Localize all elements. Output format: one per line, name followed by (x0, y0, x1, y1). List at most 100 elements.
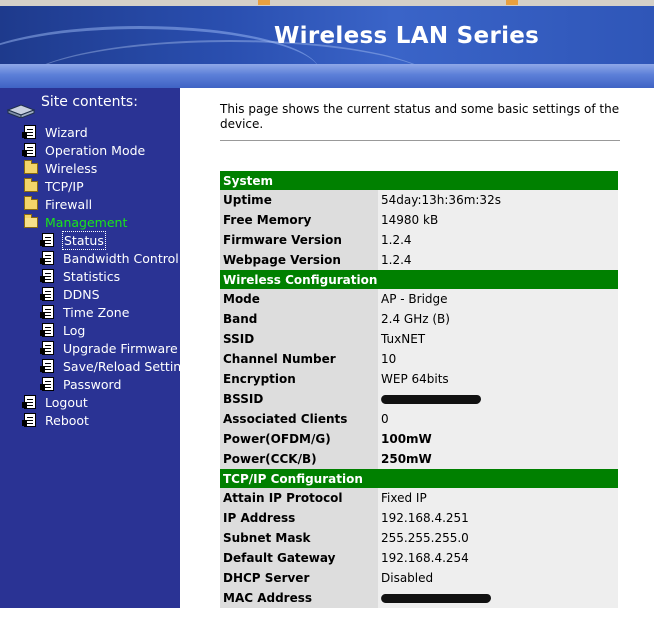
page-icon (22, 395, 38, 410)
sidebar-item-label: Upgrade Firmware (63, 341, 178, 356)
table-row: Associated Clients 0 (220, 409, 618, 429)
row-key: DHCP Server (220, 568, 378, 588)
status-table: System Uptime 54day:13h:36m:32s Free Mem… (220, 171, 618, 608)
section-title: Wireless Configuration (220, 270, 618, 289)
row-value: AP - Bridge (378, 289, 618, 309)
table-row: Default Gateway 192.168.4.254 (220, 548, 618, 568)
row-value: 192.168.4.254 (378, 548, 618, 568)
sidebar-item-label: Operation Mode (45, 143, 146, 158)
row-value: 14980 kB (378, 210, 618, 230)
table-row: Channel Number 10 (220, 349, 618, 369)
section-header-system: System (220, 171, 618, 190)
sidebar: Site contents: Wizard Operation Mode Wir… (0, 88, 189, 608)
table-row: DHCP Server Disabled (220, 568, 618, 588)
table-row: Subnet Mask 255.255.255.0 (220, 528, 618, 548)
row-value: TuxNET (378, 329, 618, 349)
sidebar-item-label: Management (45, 215, 128, 230)
table-row: Encryption WEP 64bits (220, 369, 618, 389)
row-value-redacted (378, 389, 618, 409)
sidebar-bottom-gap (0, 608, 180, 640)
page-title: Wireless LAN Series (274, 23, 540, 49)
table-row: Uptime 54day:13h:36m:32s (220, 190, 618, 210)
row-key: Power(CCK/B) (220, 449, 378, 469)
page-icon (40, 305, 56, 320)
page-icon (22, 413, 38, 428)
folder-icon (24, 160, 38, 176)
table-row: Power(OFDM/G) 100mW (220, 429, 618, 449)
page-icon (40, 269, 56, 284)
redaction-mark (380, 594, 492, 603)
page-icon (40, 233, 56, 248)
page-icon (40, 341, 56, 356)
row-value: 1.2.4 (378, 230, 618, 250)
row-key: Mode (220, 289, 378, 309)
sidebar-item-label: Bandwidth Control (63, 251, 179, 266)
site-contents-label: Site contents: (41, 94, 138, 110)
row-key: Firmware Version (220, 230, 378, 250)
sidebar-item-label: DDNS (63, 287, 100, 302)
tab-icon (506, 0, 518, 5)
sidebar-item-label: Wizard (45, 125, 88, 140)
divider (220, 140, 620, 141)
row-value: 250mW (378, 449, 618, 469)
row-key: Webpage Version (220, 250, 378, 270)
sidebar-item-label: Statistics (63, 269, 121, 284)
section-header-tcpip: TCP/IP Configuration (220, 469, 618, 488)
row-key: Channel Number (220, 349, 378, 369)
table-row: Mode AP - Bridge (220, 289, 618, 309)
page-icon (40, 323, 56, 338)
table-row: SSID TuxNET (220, 329, 618, 349)
sidebar-item-label: Reboot (45, 413, 89, 428)
row-key: IP Address (220, 508, 378, 528)
table-row: Firmware Version 1.2.4 (220, 230, 618, 250)
row-key: Uptime (220, 190, 378, 210)
row-value: 1.2.4 (378, 250, 618, 270)
table-row: Free Memory 14980 kB (220, 210, 618, 230)
row-key: Encryption (220, 369, 378, 389)
page-description: This page shows the current status and s… (220, 102, 620, 131)
row-value-redacted (378, 588, 618, 608)
folder-icon (24, 196, 38, 212)
row-key: SSID (220, 329, 378, 349)
table-row: Band 2.4 GHz (B) (220, 309, 618, 329)
row-key: Band (220, 309, 378, 329)
page-icon (22, 125, 38, 140)
row-value: Fixed IP (378, 488, 618, 508)
row-value: 100mW (378, 429, 618, 449)
row-value: 255.255.255.0 (378, 528, 618, 548)
row-key: MAC Address (220, 588, 378, 608)
row-key: Power(OFDM/G) (220, 429, 378, 449)
table-row: Power(CCK/B) 250mW (220, 449, 618, 469)
folder-open-icon (24, 214, 38, 230)
sidebar-item-label: Save/Reload Setting (63, 359, 190, 374)
table-row: Webpage Version 1.2.4 (220, 250, 618, 270)
sidebar-item-label: Time Zone (63, 305, 130, 320)
header-banner: Wireless LAN Series (0, 6, 654, 64)
network-drive-icon (6, 104, 36, 118)
main-content: This page shows the current status and s… (180, 88, 654, 640)
sidebar-item-label: Log (63, 323, 86, 338)
table-row: MAC Address (220, 588, 618, 608)
redaction-mark (380, 395, 482, 404)
section-title: System (220, 171, 618, 190)
section-header-wireless: Wireless Configuration (220, 270, 618, 289)
page-icon (40, 251, 56, 266)
sidebar-item-label: Firewall (45, 197, 93, 212)
folder-icon (24, 178, 38, 194)
sidebar-item-label: Wireless (45, 161, 98, 176)
row-value: 10 (378, 349, 618, 369)
section-title: TCP/IP Configuration (220, 469, 618, 488)
row-value: Disabled (378, 568, 618, 588)
sidebar-item-label: Password (63, 377, 122, 392)
row-key: Free Memory (220, 210, 378, 230)
row-value: 54day:13h:36m:32s (378, 190, 618, 210)
table-row: IP Address 192.168.4.251 (220, 508, 618, 528)
header-band (0, 64, 654, 88)
sidebar-item-label: Logout (45, 395, 88, 410)
sidebar-item-label: Status (62, 231, 106, 250)
page-icon (40, 377, 56, 392)
row-key: Subnet Mask (220, 528, 378, 548)
table-row: Attain IP Protocol Fixed IP (220, 488, 618, 508)
row-value: 2.4 GHz (B) (378, 309, 618, 329)
row-value: 192.168.4.251 (378, 508, 618, 528)
